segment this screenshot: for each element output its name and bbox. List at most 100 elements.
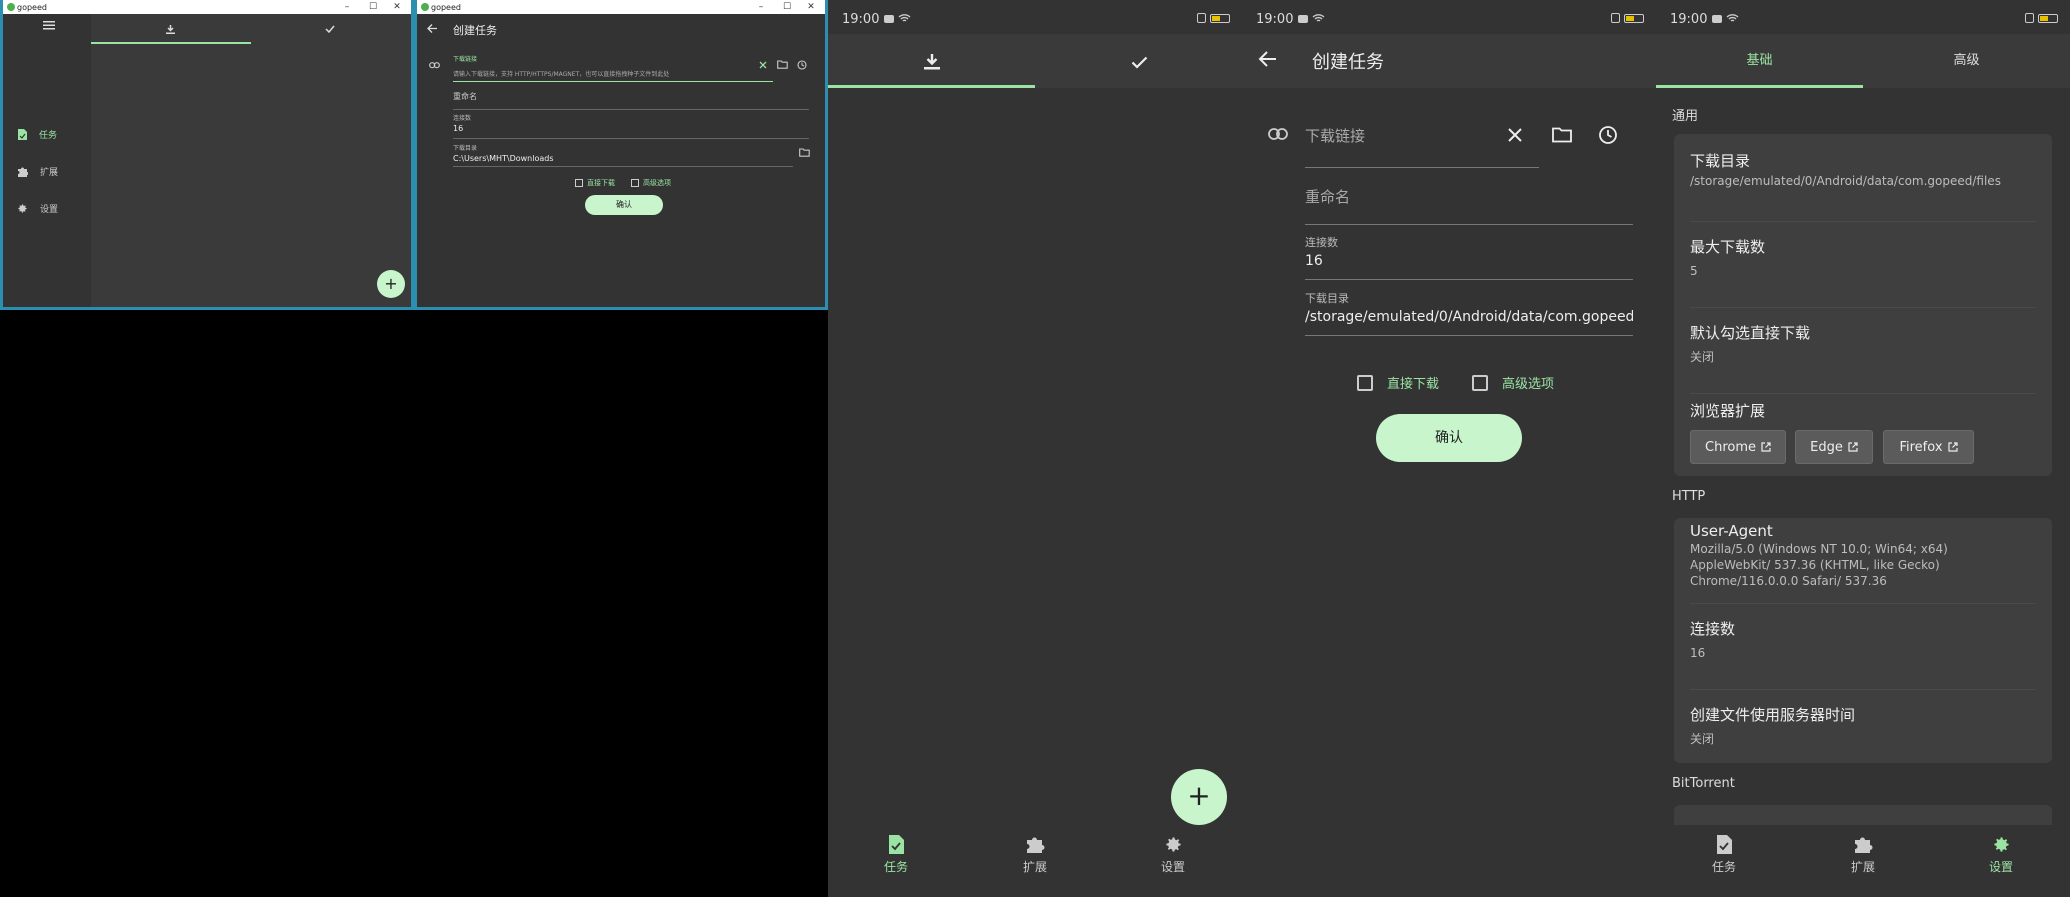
rename-field[interactable]: 重命名 [1305, 180, 1633, 225]
tab-downloading[interactable] [91, 14, 251, 44]
history-icon[interactable] [797, 60, 807, 70]
advanced-options-checkbox[interactable]: 高级选项 [631, 178, 671, 188]
setting-default-direct-download[interactable]: 默认勾选直接下载 关闭 [1690, 322, 2036, 394]
checkbox-box [575, 179, 583, 187]
connections-field[interactable]: 连接数 16 [1305, 232, 1633, 280]
setting-value: 关闭 [1690, 350, 1715, 364]
dir-label: 下载目录 [453, 145, 478, 152]
wifi-icon [1726, 13, 1739, 23]
folder-icon[interactable] [1552, 127, 1572, 143]
sidebar-item-settings[interactable]: 设置 [17, 202, 58, 215]
sidebar-item-extensions[interactable]: 扩展 [17, 165, 58, 178]
tab-label: 高级 [1953, 53, 1980, 68]
wifi-icon [1312, 13, 1325, 23]
nav-settings[interactable]: 设置 [1961, 835, 2041, 875]
window-titlebar[interactable]: gopeed – ☐ ✕ [417, 0, 825, 14]
setting-title: 浏览器扩展 [1690, 402, 1766, 420]
task-icon [17, 129, 27, 140]
direct-download-checkbox[interactable]: 直接下载 [575, 178, 615, 188]
section-bittorrent-header: BitTorrent [1672, 776, 1735, 791]
nav-extensions[interactable]: 扩展 [1823, 835, 1903, 875]
setting-value: 5 [1690, 264, 1698, 278]
connections-value: 16 [453, 124, 464, 133]
phone-settings: 19:00 基础 高级 通用 下载目录 /storage/emulated/0/… [1656, 0, 2070, 897]
add-task-button[interactable]: + [1171, 769, 1227, 825]
setting-user-agent[interactable]: User-Agent Mozilla/5.0 (Windows NT 10.0;… [1690, 522, 2036, 604]
status-bar: 19:00 [1656, 0, 2070, 34]
gopeed-logo-icon [7, 3, 15, 11]
connections-label: 连接数 [453, 115, 472, 122]
minimize-button[interactable]: – [749, 0, 773, 14]
tab-completed[interactable] [1035, 34, 1242, 88]
close-button[interactable]: ✕ [799, 0, 823, 14]
connections-label: 连接数 [1305, 236, 1338, 249]
back-icon[interactable] [427, 24, 437, 33]
setting-server-time[interactable]: 创建文件使用服务器时间 关闭 [1690, 704, 2036, 760]
nav-tasks[interactable]: 任务 [1684, 835, 1764, 875]
sidebar-item-label: 扩展 [40, 168, 59, 178]
notification-icon [884, 15, 894, 23]
check-icon [325, 25, 335, 33]
section-general-header: 通用 [1672, 109, 1699, 124]
menu-icon[interactable] [43, 20, 55, 30]
maximize-button[interactable]: ☐ [361, 0, 385, 14]
nav-extensions[interactable]: 扩展 [995, 835, 1075, 875]
dir-folder-icon[interactable] [799, 148, 810, 157]
bottom-navigation: 任务 扩展 设置 [1656, 825, 2070, 897]
direct-download-checkbox[interactable]: 直接下载 [1357, 373, 1439, 392]
setting-download-dir[interactable]: 下载目录 /storage/emulated/0/Android/data/co… [1690, 150, 2036, 222]
clear-icon[interactable] [759, 61, 767, 69]
chrome-extension-button[interactable]: Chrome [1690, 430, 1786, 464]
button-label: Firefox [1899, 439, 1943, 455]
clear-icon[interactable] [1508, 128, 1522, 142]
connections-field[interactable]: 连接数 16 [453, 113, 809, 139]
download-dir-field[interactable]: 下载目录 C:\Users\MHT\Downloads [453, 143, 793, 167]
setting-max-downloads[interactable]: 最大下载数 5 [1690, 236, 2036, 308]
download-dir-field[interactable]: 下载目录 /storage/emulated/0/Android/data/co… [1305, 288, 1633, 336]
close-button[interactable]: ✕ [385, 0, 409, 14]
tab-downloading[interactable] [828, 34, 1035, 88]
add-task-button[interactable]: + [377, 270, 405, 298]
confirm-button[interactable]: 确认 [585, 195, 663, 215]
rename-field[interactable]: 重命名 [453, 88, 809, 110]
setting-title: User-Agent [1690, 522, 1773, 540]
tab-bar [828, 34, 1242, 88]
tab-completed[interactable] [251, 14, 411, 44]
window-titlebar[interactable]: gopeed – ☐ ✕ [3, 0, 411, 14]
status-time: 19:00 [1256, 12, 1294, 27]
nav-settings[interactable]: 设置 [1133, 835, 1213, 875]
url-field[interactable]: 下载链接 [1305, 118, 1539, 168]
setting-value: 关闭 [1690, 732, 1715, 746]
dir-value: /storage/emulated/0/Android/data/com.gop… [1305, 309, 1633, 325]
section-http-header: HTTP [1672, 489, 1706, 504]
extension-icon [1026, 835, 1045, 854]
notification-icon [1712, 15, 1722, 23]
tab-advanced[interactable]: 高级 [1863, 34, 2070, 88]
checkbox-label: 高级选项 [643, 179, 671, 187]
silent-icon [2025, 13, 2034, 23]
setting-connections[interactable]: 连接数 16 [1690, 618, 2036, 690]
confirm-button[interactable]: 确认 [1376, 414, 1522, 462]
folder-icon[interactable] [777, 60, 788, 69]
nav-label: 扩展 [1850, 860, 1875, 874]
edge-extension-button[interactable]: Edge [1795, 430, 1873, 464]
dir-value: C:\Users\MHT\Downloads [453, 154, 554, 163]
checkbox-box [1472, 374, 1488, 391]
sidebar-item-label: 任务 [39, 131, 58, 141]
nav-tasks[interactable]: 任务 [856, 835, 936, 875]
advanced-options-checkbox[interactable]: 高级选项 [1472, 373, 1554, 392]
phone-create-task: 19:00 创建任务 下载链接 重命名 连接数 16 下载目录 /storage… [1242, 0, 1656, 897]
tab-basic[interactable]: 基础 [1656, 34, 1863, 88]
url-field[interactable]: 下载链接 请输入下载链接，支持 HTTP/HTTPS/MAGNET，也可以直接拖… [453, 54, 773, 82]
maximize-button[interactable]: ☐ [775, 0, 799, 14]
browser-buttons: Chrome Edge Firefox [1690, 430, 1990, 466]
external-link-icon [1947, 442, 1958, 452]
history-icon[interactable] [1598, 125, 1618, 145]
minimize-button[interactable]: – [335, 0, 359, 14]
button-label: Edge [1810, 439, 1843, 455]
setting-title: 创建文件使用服务器时间 [1690, 706, 1856, 724]
sidebar-item-tasks[interactable]: 任务 [17, 128, 57, 141]
task-list-area: + [91, 14, 411, 307]
firefox-extension-button[interactable]: Firefox [1883, 430, 1974, 464]
back-icon[interactable] [1258, 51, 1276, 67]
